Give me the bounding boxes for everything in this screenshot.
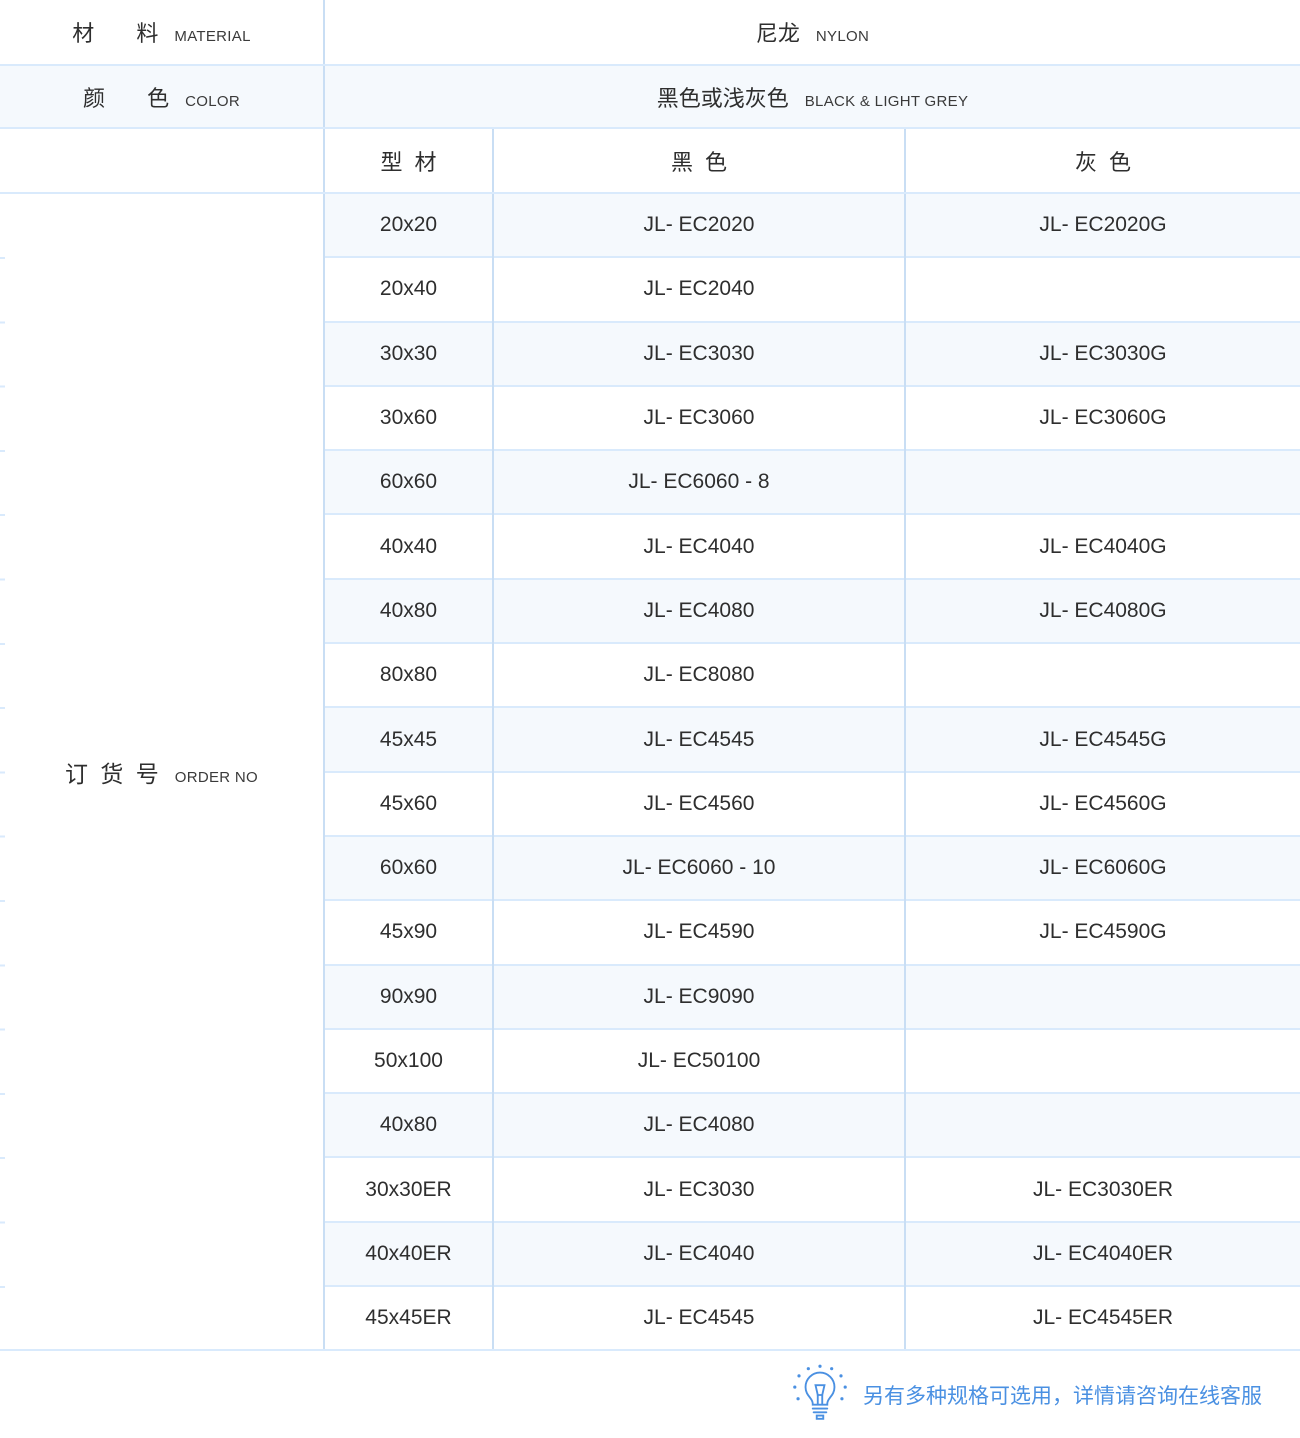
profile-cell: 20x20 — [324, 193, 493, 257]
grey-code-cell: JL- EC3030ER — [905, 1157, 1300, 1221]
profile-cell: 45x45ER — [324, 1286, 493, 1350]
black-code-cell: JL- EC6060 - 10 — [493, 836, 905, 900]
material-label-cell: 材 料 MATERIAL — [0, 0, 324, 65]
header-grey-label: 灰 色 — [1075, 150, 1131, 175]
column-header-row: 型 材 黑 色 灰 色 — [0, 128, 1300, 193]
profile-cell: 60x60 — [324, 450, 493, 514]
black-code-cell: JL- EC4590 — [493, 900, 905, 964]
material-value-cn: 尼龙 — [756, 21, 800, 46]
black-code-cell: JL- EC4080 — [493, 1093, 905, 1157]
color-row: 颜 色 COLOR 黑色或浅灰色 BLACK & LIGHT GREY — [0, 65, 1300, 128]
color-value-en: BLACK & LIGHT GREY — [805, 93, 969, 110]
material-value-en: NYLON — [816, 28, 869, 45]
spec-table: 材 料 MATERIAL 尼龙 NYLON 颜 色 COLOR 黑色或浅灰色 BLACK… — [0, 0, 1300, 1351]
order-no-cell: 订 货 号 ORDER NO — [0, 193, 324, 1350]
black-code-cell: JL- EC4080 — [493, 579, 905, 643]
profile-cell: 30x60 — [324, 386, 493, 450]
order-table-body: 订 货 号ORDER NO20x20JL- EC2020JL- EC2020G2… — [0, 193, 1300, 1350]
profile-cell: 30x30 — [324, 322, 493, 386]
grey-code-cell: JL- EC6060G — [905, 836, 1300, 900]
header-black-label: 黑 色 — [671, 150, 727, 175]
black-code-cell: JL- EC8080 — [493, 643, 905, 707]
grey-code-cell — [905, 643, 1300, 707]
grey-code-cell: JL- EC3060G — [905, 386, 1300, 450]
profile-cell: 40x80 — [324, 1093, 493, 1157]
material-row: 材 料 MATERIAL 尼龙 NYLON — [0, 0, 1300, 65]
header-profile-label: 型 材 — [380, 150, 436, 175]
grey-code-cell — [905, 965, 1300, 1029]
black-code-cell: JL- EC3060 — [493, 386, 905, 450]
color-value-cn: 黑色或浅灰色 — [657, 86, 789, 111]
black-code-cell: JL- EC4560 — [493, 772, 905, 836]
grey-code-cell — [905, 450, 1300, 514]
profile-cell: 45x60 — [324, 772, 493, 836]
material-label-en: MATERIAL — [174, 28, 250, 45]
grey-code-cell — [905, 1029, 1300, 1093]
grey-code-cell: JL- EC4545G — [905, 707, 1300, 771]
color-label-cell: 颜 色 COLOR — [0, 65, 324, 128]
profile-cell: 50x100 — [324, 1029, 493, 1093]
black-code-cell: JL- EC3030 — [493, 1157, 905, 1221]
profile-cell: 40x80 — [324, 579, 493, 643]
profile-cell: 45x45 — [324, 707, 493, 771]
profile-cell: 60x60 — [324, 836, 493, 900]
black-code-cell: JL- EC4040 — [493, 1222, 905, 1286]
material-label-cn: 材 料 — [72, 21, 158, 46]
table-row: 订 货 号ORDER NO20x20JL- EC2020JL- EC2020G — [0, 193, 1300, 257]
header-profile: 型 材 — [324, 128, 493, 193]
grey-code-cell: JL- EC4560G — [905, 772, 1300, 836]
lightbulb-icon — [792, 1364, 848, 1426]
order-no-label-cn: 订 货 号 — [65, 761, 159, 787]
color-label-cn: 颜 色 — [83, 86, 169, 111]
black-code-cell: JL- EC2040 — [493, 257, 905, 321]
black-code-cell: JL- EC4545 — [493, 707, 905, 771]
more-specs-note-text: 另有多种规格可选用，详情请咨询在线客服 — [863, 1380, 1262, 1410]
profile-cell: 30x30ER — [324, 1157, 493, 1221]
black-code-cell: JL- EC3030 — [493, 322, 905, 386]
grey-code-cell — [905, 1093, 1300, 1157]
color-value-cell: 黑色或浅灰色 BLACK & LIGHT GREY — [324, 65, 1300, 128]
black-code-cell: JL- EC6060 - 8 — [493, 450, 905, 514]
profile-cell: 40x40 — [324, 514, 493, 578]
profile-cell: 45x90 — [324, 900, 493, 964]
grey-code-cell: JL- EC3030G — [905, 322, 1300, 386]
header-grey: 灰 色 — [905, 128, 1300, 193]
grey-code-cell: JL- EC2020G — [905, 193, 1300, 257]
product-spec-page: 材 料 MATERIAL 尼龙 NYLON 颜 色 COLOR 黑色或浅灰色 BLACK… — [0, 0, 1300, 1438]
header-spacer-cell — [0, 128, 324, 193]
black-code-cell: JL- EC9090 — [493, 965, 905, 1029]
grey-code-cell: JL- EC4040ER — [905, 1222, 1300, 1286]
header-black: 黑 色 — [493, 128, 905, 193]
black-code-cell: JL- EC50100 — [493, 1029, 905, 1093]
material-value-cell: 尼龙 NYLON — [324, 0, 1300, 65]
grey-code-cell: JL- EC4545ER — [905, 1286, 1300, 1350]
profile-cell: 90x90 — [324, 965, 493, 1029]
profile-cell: 80x80 — [324, 643, 493, 707]
grey-code-cell — [905, 257, 1300, 321]
order-no-label-en: ORDER NO — [175, 769, 258, 786]
black-code-cell: JL- EC2020 — [493, 193, 905, 257]
grey-code-cell: JL- EC4080G — [905, 579, 1300, 643]
color-label-en: COLOR — [185, 93, 240, 110]
black-code-cell: JL- EC4040 — [493, 514, 905, 578]
more-specs-note: 另有多种规格可选用，详情请咨询在线客服 — [0, 1351, 1300, 1438]
profile-cell: 20x40 — [324, 257, 493, 321]
grey-code-cell: JL- EC4590G — [905, 900, 1300, 964]
black-code-cell: JL- EC4545 — [493, 1286, 905, 1350]
profile-cell: 40x40ER — [324, 1222, 493, 1286]
grey-code-cell: JL- EC4040G — [905, 514, 1300, 578]
